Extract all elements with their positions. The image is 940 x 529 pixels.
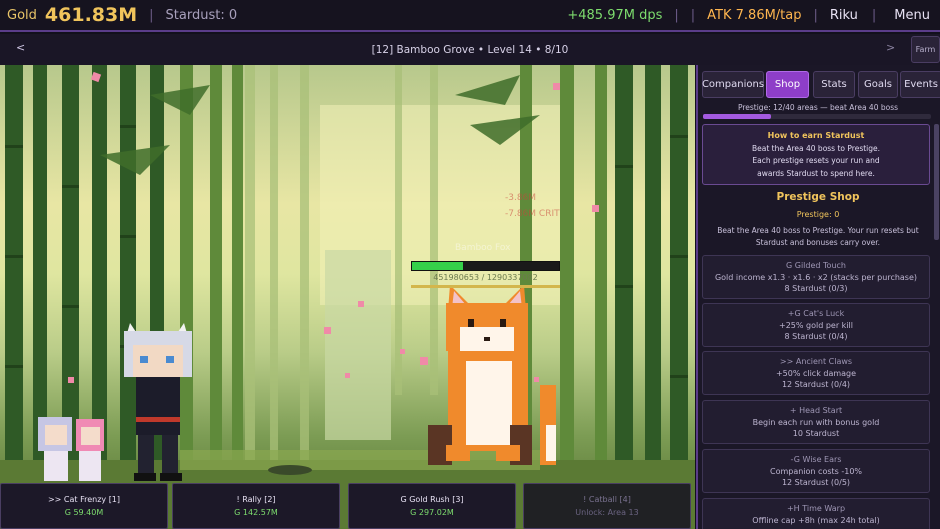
divider: | bbox=[813, 7, 818, 23]
skill-label: ! Catball [4] bbox=[583, 495, 631, 504]
divider: | bbox=[871, 7, 877, 23]
damage-popup: -3.86M bbox=[505, 193, 537, 203]
upgrade-desc: +50% click damage bbox=[775, 368, 857, 378]
damage-popup: -7.86M CRIT bbox=[505, 209, 560, 219]
stardust-info-box: How to earn Stardust Beat the Area 40 bo… bbox=[702, 124, 930, 185]
prestige-points: Prestige: 0 bbox=[796, 210, 840, 219]
upgrade-name: -G Wise Ears bbox=[790, 455, 842, 464]
enemy-name: Bamboo Fox bbox=[455, 243, 511, 253]
upgrade-card[interactable]: +G Cat's Luck +25% gold per kill 8 Stard… bbox=[702, 303, 930, 347]
atk-value: ATK 7.86M/tap bbox=[707, 7, 802, 23]
info-line: Each prestige resets your run and bbox=[752, 156, 880, 165]
upgrade-cost: 10 Stardust bbox=[792, 429, 840, 438]
panel-tabs: Companions Shop Stats Goals Events bbox=[702, 71, 940, 98]
dps-value: +485.97M dps bbox=[567, 7, 663, 23]
user-name[interactable]: Riku bbox=[830, 8, 858, 23]
upgrade-cost: 12 Stardust (0/5) bbox=[781, 478, 851, 487]
upgrade-desc: Companion costs -10% bbox=[769, 466, 863, 476]
tab-goals[interactable]: Goals bbox=[858, 71, 898, 98]
upgrade-card[interactable]: + Head Start Begin each run with bonus g… bbox=[702, 400, 930, 444]
prestige-progress-text: Prestige: 12/40 areas — beat Area 40 bos… bbox=[737, 103, 899, 112]
tab-companions[interactable]: Companions bbox=[702, 71, 764, 98]
shop-description: Beat the Area 40 boss to Prestige. Your … bbox=[717, 226, 919, 247]
tab-shop[interactable]: Shop bbox=[766, 71, 809, 98]
shop-title: Prestige Shop bbox=[776, 191, 860, 203]
upgrade-name: G Gilded Touch bbox=[786, 261, 846, 270]
skill-label: ! Rally [2] bbox=[236, 495, 276, 504]
prev-area-button[interactable]: < bbox=[16, 41, 25, 54]
info-title: How to earn Stardust bbox=[767, 131, 865, 140]
upgrade-name: +H Time Warp bbox=[786, 504, 846, 513]
gold-value: 461.83M bbox=[44, 4, 138, 26]
upgrade-desc: Begin each run with bonus gold bbox=[752, 417, 880, 427]
skill-button-cat-frenzy[interactable]: >> Cat Frenzy [1] G 59.40M bbox=[0, 483, 168, 529]
skill-cost: G 142.57M bbox=[234, 508, 278, 517]
upgrade-desc: Offline cap +8h (max 24h total) bbox=[752, 515, 880, 525]
next-area-button[interactable]: > bbox=[886, 41, 895, 54]
upgrade-name: >> Ancient Claws bbox=[779, 357, 853, 366]
upgrade-card[interactable]: >> Ancient Claws +50% click damage 12 St… bbox=[702, 351, 930, 395]
upgrade-cost: 8 Stardust (0/3) bbox=[784, 284, 848, 293]
upgrade-cost: 8 Stardust (0/4) bbox=[784, 332, 848, 341]
enemy-hp-fill bbox=[412, 262, 464, 270]
upgrade-cost: 12 Stardust (0/4) bbox=[781, 380, 851, 389]
skill-bar: >> Cat Frenzy [1] G 59.40M ! Rally [2] G… bbox=[0, 483, 695, 529]
upgrade-card[interactable]: -G Wise Ears Companion costs -10% 12 Sta… bbox=[702, 449, 930, 493]
prestige-progress-fill bbox=[703, 114, 772, 119]
upgrade-desc: Gold income x1.3 · x1.6 · x2 (stacks per… bbox=[714, 272, 918, 282]
divider: | bbox=[149, 7, 154, 23]
panel-scrollbar[interactable] bbox=[934, 124, 939, 240]
top-bar: Gold 461.83M | Stardust: 0 +485.97M dps … bbox=[0, 0, 940, 32]
enemy-hp-bar bbox=[411, 261, 560, 271]
skill-unlock-requirement: Unlock: Area 13 bbox=[575, 508, 639, 517]
skill-label: G Gold Rush [3] bbox=[400, 495, 464, 504]
info-line: awards Stardust to spend here. bbox=[757, 168, 875, 178]
skill-cost: G 297.02M bbox=[410, 508, 454, 517]
tab-events[interactable]: Events bbox=[900, 71, 940, 98]
skill-label: >> Cat Frenzy [1] bbox=[47, 495, 121, 504]
enemy-hp-text: 451980653 / 1290337082 bbox=[433, 273, 538, 282]
distant-pillar bbox=[325, 250, 391, 440]
divider: | bbox=[674, 7, 679, 23]
prestige-progress-bar bbox=[703, 114, 931, 119]
divider: | bbox=[690, 7, 696, 23]
gold-label: Gold bbox=[7, 7, 37, 23]
farm-button[interactable]: Farm bbox=[911, 36, 940, 63]
bamboo-forest-background bbox=[0, 65, 695, 529]
skill-button-catball[interactable]: ! Catball [4] Unlock: Area 13 bbox=[523, 483, 691, 529]
skill-button-gold-rush[interactable]: G Gold Rush [3] G 297.02M bbox=[348, 483, 516, 529]
fox-enemy-sprite[interactable] bbox=[428, 285, 556, 465]
menu-button[interactable]: Menu bbox=[894, 8, 930, 23]
area-bar: < [12] Bamboo Grove • Level 14 • 8/10 > … bbox=[0, 34, 940, 65]
enemy-timer-bar bbox=[411, 285, 560, 288]
battle-scene[interactable]: -3.86M -7.86M CRIT Bamboo Fox 451980653 … bbox=[0, 65, 695, 529]
side-panel: Companions Shop Stats Goals Events Prest… bbox=[696, 65, 940, 529]
info-line: Beat the Area 40 boss to Prestige. bbox=[751, 143, 881, 153]
upgrade-name: +G Cat's Luck bbox=[787, 309, 845, 318]
upgrade-name: + Head Start bbox=[789, 406, 843, 415]
stardust-value: Stardust: 0 bbox=[165, 7, 238, 23]
skill-cost: G 59.40M bbox=[64, 508, 104, 517]
upgrade-desc: +25% gold per kill bbox=[779, 320, 853, 330]
skill-button-rally[interactable]: ! Rally [2] G 142.57M bbox=[172, 483, 340, 529]
upgrade-card[interactable]: +H Time Warp Offline cap +8h (max 24h to… bbox=[702, 498, 930, 529]
ground-rock bbox=[268, 465, 312, 475]
area-title: [12] Bamboo Grove • Level 14 • 8/10 bbox=[371, 43, 569, 56]
upgrade-card[interactable]: G Gilded Touch Gold income x1.3 · x1.6 ·… bbox=[702, 255, 930, 299]
tab-stats[interactable]: Stats bbox=[813, 71, 855, 98]
